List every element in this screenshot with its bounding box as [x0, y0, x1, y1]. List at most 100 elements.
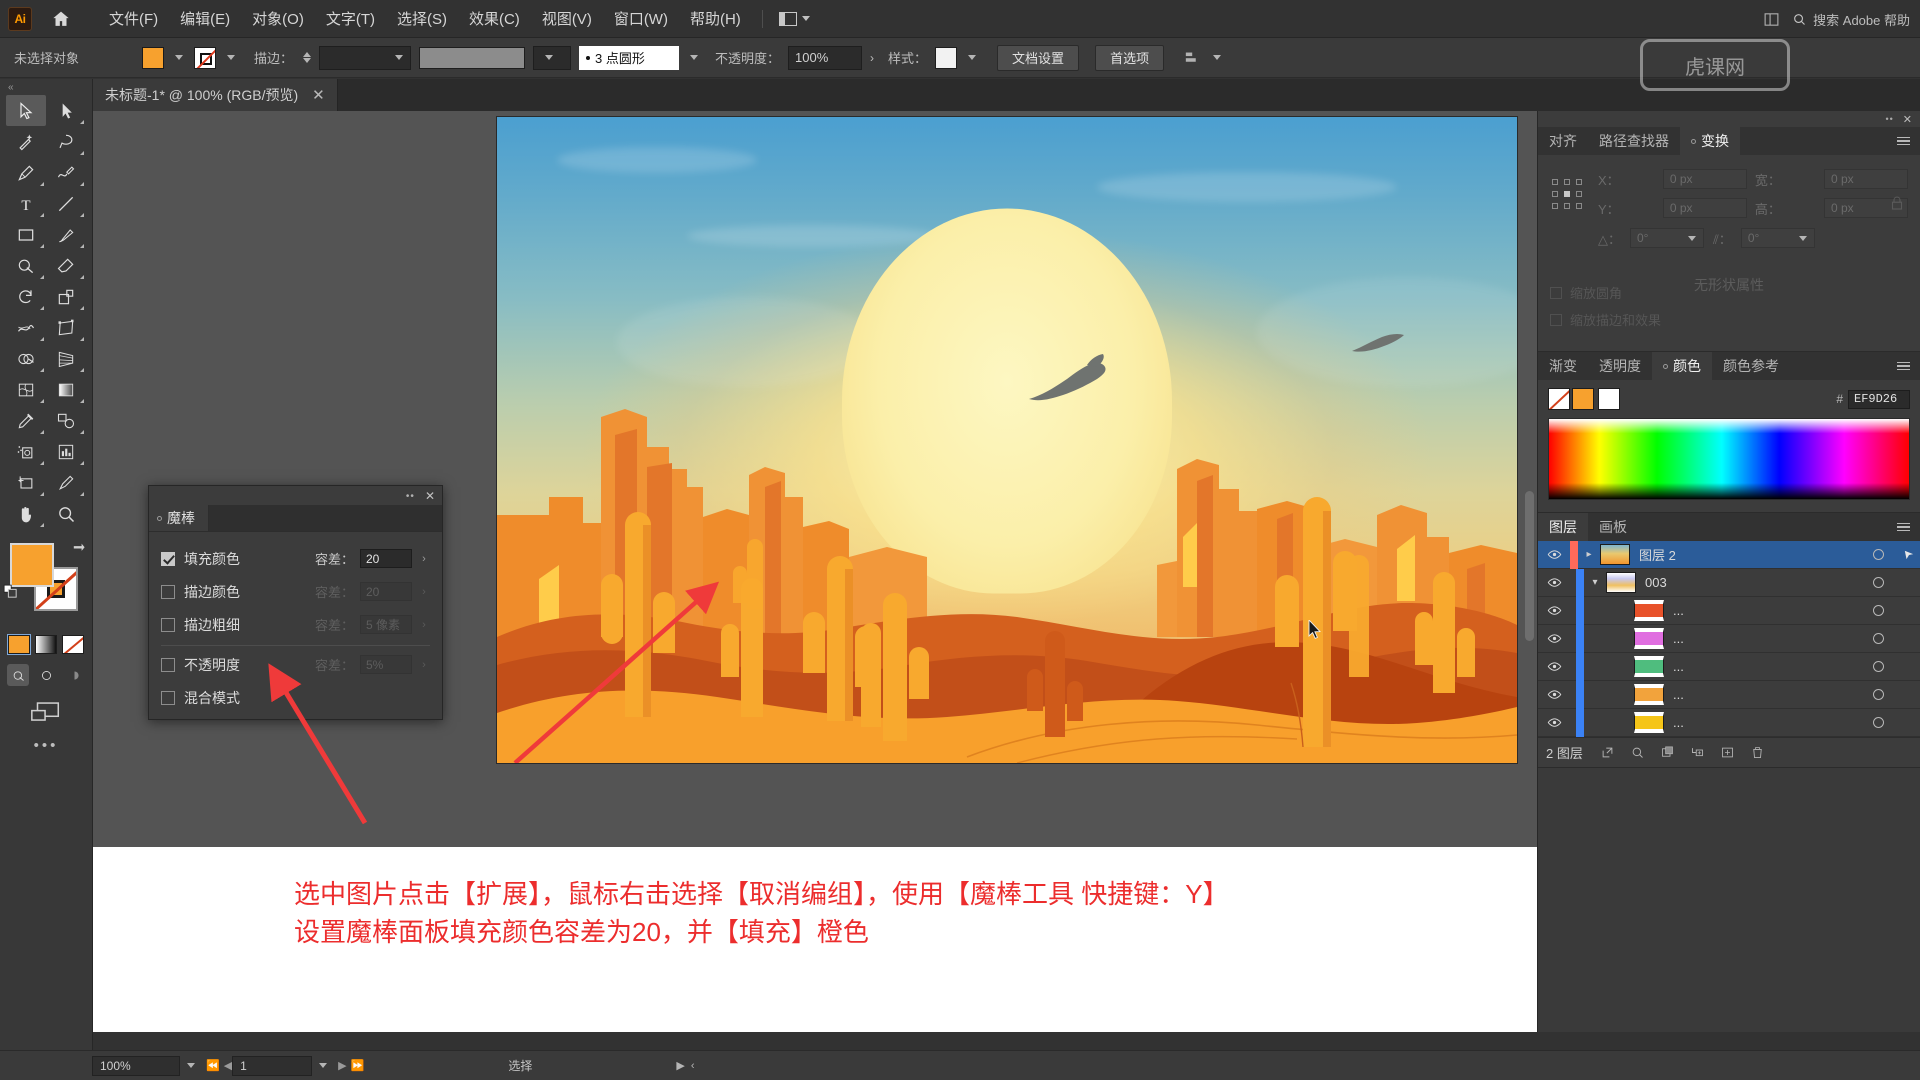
fill-color-swatch[interactable]	[142, 46, 164, 69]
stroke-weight-checkbox[interactable]	[161, 617, 175, 632]
release-to-layers-icon[interactable]	[1593, 738, 1623, 768]
artboard-nav-last[interactable]: ⏩	[351, 1059, 365, 1072]
magic-wand-panel[interactable]: •• ✕ 魔棒 填充颜色 容差： 20 › 描边颜色 容差： 20 › 描边粗细…	[148, 485, 443, 720]
tool-symbol-sprayer[interactable]	[6, 436, 46, 467]
visibility-eye-icon[interactable]	[1538, 603, 1570, 618]
color-panel-menu[interactable]	[1897, 352, 1920, 380]
tool-hand[interactable]	[6, 498, 46, 529]
layer-row-child-4[interactable]: ...	[1538, 680, 1920, 709]
tool-shape-builder[interactable]	[6, 343, 46, 374]
tool-eyedropper[interactable]	[6, 405, 46, 436]
visibility-eye-icon[interactable]	[1538, 715, 1570, 730]
stroke-tolerance-flyout-icon[interactable]: ›	[418, 586, 430, 598]
menu-item-edit[interactable]: 编辑(E)	[169, 3, 241, 34]
tab-transform[interactable]: 变换	[1680, 127, 1740, 155]
style-chevron-down-icon[interactable]	[968, 55, 977, 60]
panel-grip-icon[interactable]: ••	[1885, 114, 1893, 124]
panel-grip-icon[interactable]: ••	[406, 491, 415, 502]
create-sublayer-icon[interactable]	[1683, 738, 1713, 768]
artboard-nav-next[interactable]: ▶	[338, 1059, 346, 1072]
color-fill-swatch[interactable]	[1572, 388, 1594, 410]
disclosure-triangle-icon[interactable]: ▸	[1578, 549, 1600, 560]
fill-chevron-down-icon[interactable]	[175, 55, 183, 60]
scale-corners-option[interactable]: 缩放圆角	[1550, 283, 1661, 302]
scale-strokes-effects-option[interactable]: 缩放描边和效果	[1550, 310, 1661, 329]
toolbar-fill-swatch[interactable]	[10, 543, 54, 587]
stroke-tolerance-input[interactable]: 20	[360, 582, 412, 601]
layer-row-layer2[interactable]: ▸ 图层 2	[1538, 540, 1920, 569]
color-mode-color[interactable]	[7, 634, 31, 655]
tab-artboards[interactable]: 画板	[1588, 513, 1638, 541]
close-icon[interactable]: ✕	[425, 489, 435, 503]
layer-row-child-1[interactable]: ...	[1538, 596, 1920, 625]
tool-lasso[interactable]	[46, 126, 86, 157]
locate-object-icon[interactable]	[1623, 738, 1653, 768]
tool-rectangle[interactable]	[6, 219, 46, 250]
align-options-icon[interactable]	[1180, 48, 1202, 68]
document-setup-button[interactable]: 文档设置	[997, 44, 1080, 71]
visibility-eye-icon[interactable]	[1538, 547, 1570, 562]
color-mode-gradient[interactable]	[35, 635, 57, 654]
color-spectrum[interactable]	[1548, 418, 1910, 500]
menu-item-view[interactable]: 视图(V)	[531, 3, 603, 34]
tool-line-segment[interactable]	[46, 188, 86, 219]
workspace-switcher-icon[interactable]	[1760, 9, 1782, 29]
delete-layer-icon[interactable]	[1743, 738, 1773, 768]
target-indicator[interactable]	[1858, 717, 1898, 728]
layer-row-child-3[interactable]: ...	[1538, 652, 1920, 681]
target-indicator[interactable]	[1858, 661, 1898, 672]
close-icon[interactable]: ✕	[1903, 113, 1912, 126]
menu-item-help[interactable]: 帮助(H)	[679, 3, 752, 34]
swap-fill-stroke-icon[interactable]	[72, 541, 88, 562]
visibility-eye-icon[interactable]	[1538, 687, 1570, 702]
weight-tolerance-flyout-icon[interactable]: ›	[418, 619, 430, 631]
layer-row-child-2[interactable]: ...	[1538, 624, 1920, 653]
constrain-proportions-icon[interactable]	[1888, 191, 1906, 220]
tool-column-graph[interactable]	[46, 436, 86, 467]
hex-input[interactable]: EF9D26	[1848, 389, 1910, 409]
artboard-chevron-down-icon[interactable]	[312, 1063, 334, 1068]
tools-collapse-handle[interactable]: «	[0, 79, 92, 95]
layer-name[interactable]: 003	[1645, 575, 1858, 590]
preferences-button[interactable]: 首选项	[1095, 44, 1165, 71]
draw-normal-icon[interactable]	[7, 664, 29, 686]
artboard[interactable]	[497, 117, 1517, 763]
opacity-input[interactable]: 100%	[788, 45, 863, 70]
arrange-documents-button[interactable]	[773, 9, 816, 29]
tool-curvature[interactable]	[46, 157, 86, 188]
wand-row-stroke-weight[interactable]: 描边粗细 容差： 5 像素 ›	[161, 608, 430, 641]
menu-item-file[interactable]: 文件(F)	[98, 3, 169, 34]
menu-item-effect[interactable]: 效果(C)	[458, 3, 531, 34]
layer-name[interactable]: ...	[1673, 631, 1858, 646]
layer-name[interactable]: ...	[1673, 603, 1858, 618]
weight-tolerance-input[interactable]: 5 像素	[360, 615, 412, 634]
stroke-variable-width-preview[interactable]	[419, 46, 526, 69]
status-flyout-icon[interactable]: ▶	[676, 1059, 684, 1072]
menu-item-object[interactable]: 对象(O)	[241, 3, 315, 34]
menu-item-type[interactable]: 文字(T)	[315, 3, 386, 34]
shear-input[interactable]: 0°	[1740, 228, 1815, 248]
artboard-number-input[interactable]: 1	[232, 1055, 313, 1076]
visibility-eye-icon[interactable]	[1538, 575, 1570, 590]
rotate-input[interactable]: 0°	[1630, 228, 1704, 248]
tool-paintbrush[interactable]	[46, 219, 86, 250]
fill-tolerance-flyout-icon[interactable]: ›	[418, 553, 430, 565]
target-indicator[interactable]	[1858, 605, 1898, 616]
close-icon[interactable]: ✕	[312, 88, 325, 103]
reference-point-proxy[interactable]	[1552, 179, 1582, 209]
stroke-color-swatch[interactable]	[194, 46, 216, 69]
blending-mode-checkbox[interactable]	[161, 690, 175, 705]
opacity-checkbox[interactable]	[161, 657, 175, 672]
menu-item-select[interactable]: 选择(S)	[386, 3, 458, 34]
layers-panel-menu[interactable]	[1897, 513, 1920, 541]
tool-type[interactable]: T	[6, 188, 46, 219]
stroke-chevron-down-icon[interactable]	[227, 55, 235, 60]
tool-scale[interactable]	[46, 281, 86, 312]
tab-pathfinder[interactable]: 路径查找器	[1588, 127, 1680, 155]
layer-row-003[interactable]: ▾ 003	[1538, 568, 1920, 597]
stroke-color-checkbox[interactable]	[161, 584, 175, 599]
wand-row-stroke-color[interactable]: 描边颜色 容差： 20 ›	[161, 575, 430, 608]
tool-blend[interactable]	[46, 405, 86, 436]
tool-rotate[interactable]	[6, 281, 46, 312]
tool-zoom[interactable]	[46, 498, 86, 529]
